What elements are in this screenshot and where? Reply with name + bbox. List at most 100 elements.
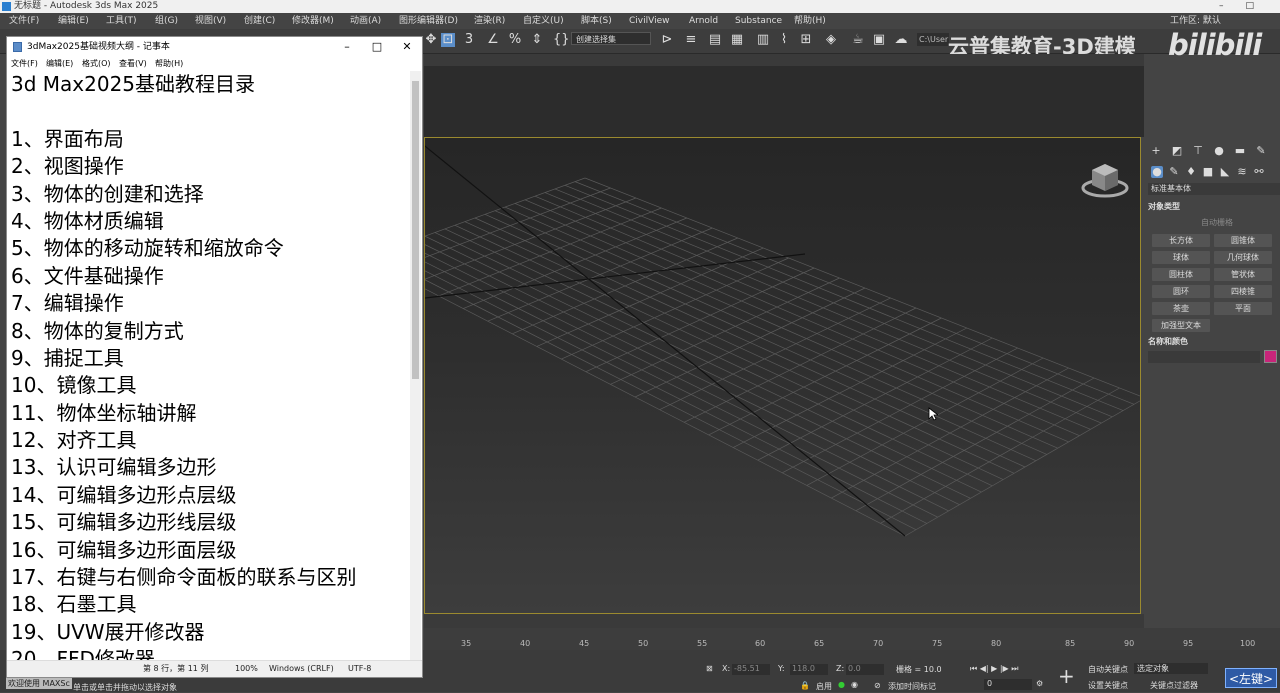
create-tab-icon[interactable]: + <box>1150 145 1162 157</box>
perspective-viewport[interactable] <box>424 137 1141 614</box>
y-coordinate-field[interactable]: 118.0 <box>790 664 828 675</box>
z-coordinate-field[interactable]: 0.0 <box>846 664 884 675</box>
notepad-menu-view[interactable]: 查看(V) <box>119 57 147 71</box>
absolute-mode-icon[interactable]: ⊠ <box>706 664 713 673</box>
autogrid-checkbox[interactable]: 自动栅格 <box>1201 217 1233 228</box>
cone-button[interactable]: 圆锥体 <box>1214 234 1272 247</box>
menu-arnold[interactable]: Arnold <box>689 13 718 29</box>
named-selection-dropdown[interactable]: 创建选择集 <box>571 32 651 45</box>
plane-button[interactable]: 平面 <box>1214 302 1272 315</box>
menu-tools[interactable]: 工具(T) <box>106 13 137 29</box>
adaptive-toggle-label[interactable]: 启用 <box>816 681 832 692</box>
menu-edit[interactable]: 编辑(E) <box>58 13 89 29</box>
text-plus-button[interactable]: 加强型文本 <box>1152 319 1210 332</box>
menu-graph-editors[interactable]: 图形编辑器(D) <box>399 13 458 29</box>
object-color-swatch[interactable] <box>1264 350 1277 363</box>
menu-create[interactable]: 创建(C) <box>244 13 275 29</box>
notepad-menu-file[interactable]: 文件(F) <box>11 57 38 71</box>
notepad-menu-edit[interactable]: 编辑(E) <box>46 57 73 71</box>
viewcube-icon[interactable] <box>1080 158 1130 202</box>
percent-snap-icon[interactable]: % <box>508 33 522 47</box>
lights-icon[interactable]: ♦ <box>1185 166 1197 178</box>
timeline-ruler[interactable]: 35 40 45 50 55 60 65 70 75 80 85 90 95 1… <box>424 628 1280 650</box>
move-icon[interactable]: ✥ <box>424 33 438 47</box>
place-icon[interactable]: ⊡ <box>441 33 455 47</box>
set-key-button[interactable]: 设置关键点 <box>1088 680 1128 691</box>
menu-group[interactable]: 组(G) <box>155 13 178 29</box>
space-warps-icon[interactable]: ≋ <box>1236 166 1248 178</box>
add-time-tag-label[interactable]: 添加时间标记 <box>888 681 936 692</box>
render-setup-icon[interactable]: ☕ <box>851 33 865 47</box>
tube-button[interactable]: 管状体 <box>1214 268 1272 281</box>
auto-key-button[interactable]: 自动关键点 <box>1088 664 1128 675</box>
mirror-icon[interactable]: ⊳ <box>660 33 674 47</box>
geosphere-button[interactable]: 几何球体 <box>1214 251 1272 264</box>
torus-button[interactable]: 圆环 <box>1152 285 1210 298</box>
key-filters-button[interactable]: 关键点过滤器 <box>1150 680 1198 691</box>
project-path[interactable]: C:\User <box>917 33 949 46</box>
render-frame-icon[interactable]: ▣ <box>872 33 886 47</box>
schematic-view-icon[interactable]: ⊞ <box>799 33 813 47</box>
workspace-label[interactable]: 工作区: 默认 <box>1170 13 1221 29</box>
angle-snap-icon[interactable]: ∠ <box>486 33 500 47</box>
scene-explorer-icon[interactable]: ▤ <box>708 33 722 47</box>
object-type-header[interactable]: 对象类型 <box>1148 201 1278 213</box>
menu-file[interactable]: 文件(F) <box>9 13 39 29</box>
geometry-icon[interactable]: ● <box>1151 166 1163 178</box>
menu-help[interactable]: 帮助(H) <box>794 13 826 29</box>
current-frame-field[interactable]: 0 <box>984 679 1032 690</box>
window-controls[interactable]: –□ <box>1219 0 1276 13</box>
teapot-button[interactable]: 茶壶 <box>1152 302 1210 315</box>
hierarchy-tab-icon[interactable]: ⊤ <box>1192 145 1204 157</box>
time-config-icon[interactable]: ⚙ <box>1036 679 1043 688</box>
key-mode-dropdown[interactable]: 选定对象 <box>1134 663 1208 674</box>
notepad-menu-help[interactable]: 帮助(H) <box>155 57 183 71</box>
maximize-button[interactable]: □ <box>362 37 392 57</box>
time-tag-icon[interactable]: ◉ <box>851 680 858 689</box>
utilities-tab-icon[interactable]: ✎ <box>1255 145 1267 157</box>
box-button[interactable]: 长方体 <box>1152 234 1210 247</box>
menu-substance[interactable]: Substance <box>735 13 782 29</box>
spinner-snap-icon[interactable]: ⇕ <box>530 33 544 47</box>
notepad-menu-format[interactable]: 格式(O) <box>82 57 111 71</box>
layer-explorer-icon[interactable]: ▦ <box>730 33 744 47</box>
helpers-icon[interactable]: ◣ <box>1219 166 1231 178</box>
menu-scripting[interactable]: 脚本(S) <box>581 13 612 29</box>
material-editor-icon[interactable]: ◈ <box>824 33 838 47</box>
close-button[interactable]: ✕ <box>392 37 422 57</box>
motion-tab-icon[interactable]: ● <box>1213 145 1225 157</box>
display-tab-icon[interactable]: ▬ <box>1234 145 1246 157</box>
modify-tab-icon[interactable]: ◩ <box>1171 145 1183 157</box>
snap-3d-icon[interactable]: 3 <box>462 33 476 47</box>
lock-icon[interactable]: 🔒 <box>800 681 810 690</box>
name-color-header[interactable]: 名称和颜色 <box>1148 336 1278 348</box>
notepad-text-area[interactable]: 3d Max2025基础教程目录 1、界面布局 2、视图操作 3、物体的创建和选… <box>11 71 411 661</box>
sphere-button[interactable]: 球体 <box>1152 251 1210 264</box>
cameras-icon[interactable]: ■ <box>1202 166 1214 178</box>
x-coordinate-field[interactable]: -85.51 <box>732 664 770 675</box>
menu-rendering[interactable]: 渲染(R) <box>474 13 505 29</box>
edit-named-selection-icon[interactable]: {} <box>553 33 570 47</box>
menu-modifiers[interactable]: 修改器(M) <box>292 13 334 29</box>
add-time-tag-icon[interactable]: ⊘ <box>874 681 881 690</box>
minimize-button[interactable]: – <box>332 37 362 57</box>
ribbon-icon[interactable]: ▥ <box>756 33 770 47</box>
playback-controls[interactable]: ⏮ ◀| ▶ |▶ ⏭ <box>970 664 1018 674</box>
menu-animation[interactable]: 动画(A) <box>350 13 381 29</box>
menu-customize[interactable]: 自定义(U) <box>523 13 564 29</box>
scrollbar-thumb[interactable] <box>412 81 419 379</box>
set-key-icon[interactable]: + <box>1058 664 1075 688</box>
systems-icon[interactable]: ⚯ <box>1253 166 1265 178</box>
maxscript-listener-tab[interactable]: 欢迎使用 MAXSc <box>6 678 72 689</box>
cylinder-button[interactable]: 圆柱体 <box>1152 268 1210 281</box>
curve-editor-icon[interactable]: ⌇ <box>777 33 791 47</box>
notepad-scrollbar[interactable] <box>410 71 421 661</box>
primitive-type-dropdown[interactable]: 标准基本体 <box>1148 183 1280 195</box>
object-name-field[interactable] <box>1148 351 1260 363</box>
shapes-icon[interactable]: ✎ <box>1168 166 1180 178</box>
menu-civilview[interactable]: CivilView <box>629 13 669 29</box>
pyramid-button[interactable]: 四棱锥 <box>1214 285 1272 298</box>
menu-view[interactable]: 视图(V) <box>195 13 226 29</box>
render-icon[interactable]: ☁ <box>894 33 908 47</box>
align-icon[interactable]: ≡ <box>684 33 698 47</box>
